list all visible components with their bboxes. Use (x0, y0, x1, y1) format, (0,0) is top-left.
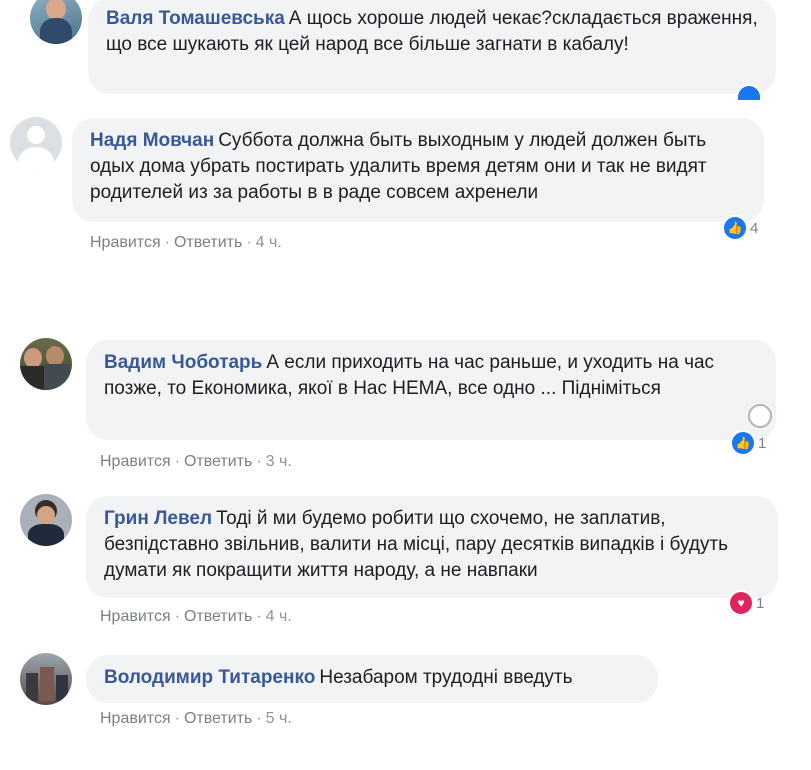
comment-author[interactable]: Грин Левел (104, 508, 212, 529)
like-link[interactable]: Нравится (90, 234, 161, 251)
reaction-summary[interactable]: 👍 4 (724, 217, 758, 239)
comment-bubble: Надя Мовчан Суббота должна быть выходным … (72, 118, 764, 222)
comment-actions: Нравится · Ответить · 4 ч. (90, 234, 282, 251)
reply-link[interactable]: Ответить (184, 710, 252, 727)
like-link[interactable]: Нравится (100, 453, 171, 470)
avatar[interactable] (20, 494, 72, 546)
emoji-picker-icon[interactable] (748, 404, 772, 428)
like-link[interactable]: Нравится (100, 710, 171, 727)
comment-author[interactable]: Вадим Чоботарь (104, 352, 262, 373)
reaction-summary[interactable]: 👍 1 (732, 432, 766, 454)
avatar[interactable] (20, 653, 72, 705)
comment-actions: Нравится · Ответить · 5 ч. (100, 710, 292, 727)
like-link[interactable]: Нравится (100, 608, 171, 625)
comment-author[interactable]: Валя Томашевська (106, 8, 285, 29)
like-icon: 👍 (732, 432, 754, 454)
comment-bubble: Вадим Чоботарь А если приходить на час ра… (86, 340, 776, 440)
comment-bubble: Грин Левел Тоді й ми будемо робити що схо… (86, 496, 778, 598)
reply-link[interactable]: Ответить (174, 234, 242, 251)
reaction-count: 1 (758, 434, 767, 452)
timestamp[interactable]: 5 ч. (266, 710, 292, 727)
reaction-count: 4 (750, 219, 759, 237)
reaction-count: 1 (756, 594, 765, 612)
timestamp[interactable]: 4 ч. (256, 234, 282, 251)
comment-bubble: Володимир Титаренко Незабаром трудодні вв… (86, 655, 658, 703)
reaction-summary[interactable]: ♥ 1 (730, 592, 764, 614)
timestamp[interactable]: 3 ч. (266, 453, 292, 470)
like-icon: 👍 (724, 217, 746, 239)
comment-actions: Нравится · Ответить · 4 ч. (100, 608, 292, 625)
reply-link[interactable]: Ответить (184, 453, 252, 470)
comment-bubble: Валя Томашевська А щось хороше людей чека… (88, 0, 776, 94)
comment-text: Незабаром трудодні введуть (319, 667, 573, 688)
timestamp[interactable]: 4 ч. (266, 608, 292, 625)
heart-icon: ♥ (730, 592, 752, 614)
comment-author[interactable]: Надя Мовчан (90, 130, 214, 151)
comment-author[interactable]: Володимир Титаренко (104, 667, 315, 688)
avatar[interactable] (30, 0, 82, 44)
avatar[interactable] (20, 338, 72, 390)
reply-link[interactable]: Ответить (184, 608, 252, 625)
avatar[interactable] (10, 117, 62, 169)
comment-actions: Нравится · Ответить · 3 ч. (100, 453, 292, 470)
